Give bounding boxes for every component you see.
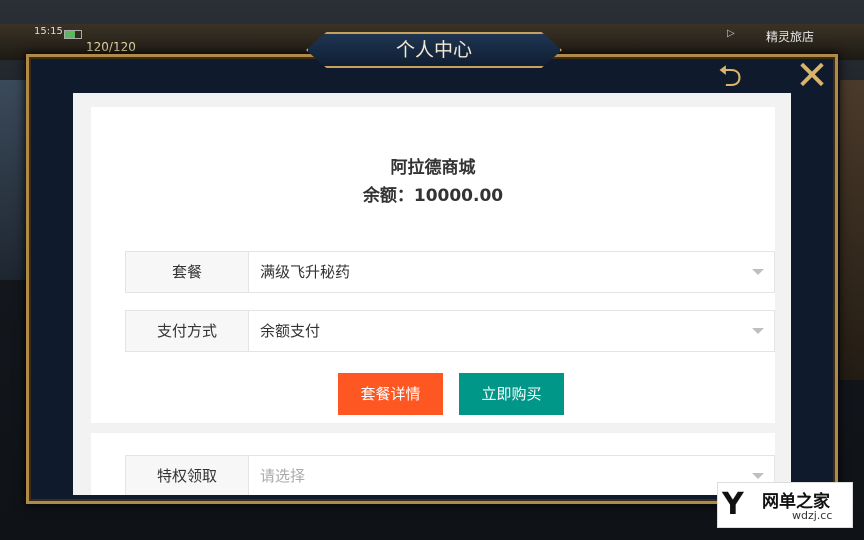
package-select-row[interactable]: 套餐 满级飞升秘药 — [125, 251, 775, 293]
shop-panel: 阿拉德商城 余额：10000.00 套餐 满级飞升秘药 支付方式 余额支付 套餐… — [73, 93, 791, 495]
chevron-down-icon[interactable] — [752, 328, 764, 334]
close-x-icon[interactable]: ✕ — [790, 56, 834, 96]
privilege-select-row[interactable]: 特权领取 请选择 — [125, 455, 775, 495]
wdzj-logo-icon: Y — [722, 487, 744, 522]
package-select[interactable]: 满级飞升秘药 — [260, 252, 350, 292]
privilege-select[interactable]: 请选择 — [260, 456, 305, 495]
hud-inn-label[interactable]: 精灵旅店 — [766, 28, 814, 45]
payment-select[interactable]: 余额支付 — [260, 311, 320, 351]
back-arrow-icon[interactable]: ⮌ — [706, 60, 754, 94]
play-icon[interactable]: ▷ — [727, 28, 741, 42]
privilege-card: 特权领取 请选择 — [91, 433, 775, 495]
payment-select-row[interactable]: 支付方式 余额支付 — [125, 310, 775, 352]
hud-clock: 15:15 — [34, 26, 63, 37]
game-right-side-ui — [840, 80, 864, 380]
package-detail-button[interactable]: 套餐详情 — [338, 373, 443, 415]
privilege-label: 特权领取 — [126, 456, 249, 495]
balance-text: 余额：10000.00 — [362, 186, 504, 206]
purchase-card: 阿拉德商城 余额：10000.00 套餐 满级飞升秘药 支付方式 余额支付 套餐… — [91, 107, 775, 423]
buy-now-button[interactable]: 立即购买 — [459, 373, 564, 415]
game-left-side-ui — [0, 80, 26, 280]
hud-hp-counter: 120/120 — [86, 40, 136, 54]
chevron-down-icon[interactable] — [752, 269, 764, 275]
package-label: 套餐 — [126, 252, 249, 292]
watermark-url: wdzj.cc — [792, 509, 833, 522]
dialog-title: 个人中心 — [306, 32, 562, 68]
payment-label: 支付方式 — [126, 311, 249, 351]
watermark-logo: Y 网单之家 wdzj.cc — [717, 482, 853, 528]
chevron-down-icon[interactable] — [752, 473, 764, 479]
battery-icon — [64, 30, 82, 39]
shop-title: 阿拉德商城 — [390, 158, 476, 178]
